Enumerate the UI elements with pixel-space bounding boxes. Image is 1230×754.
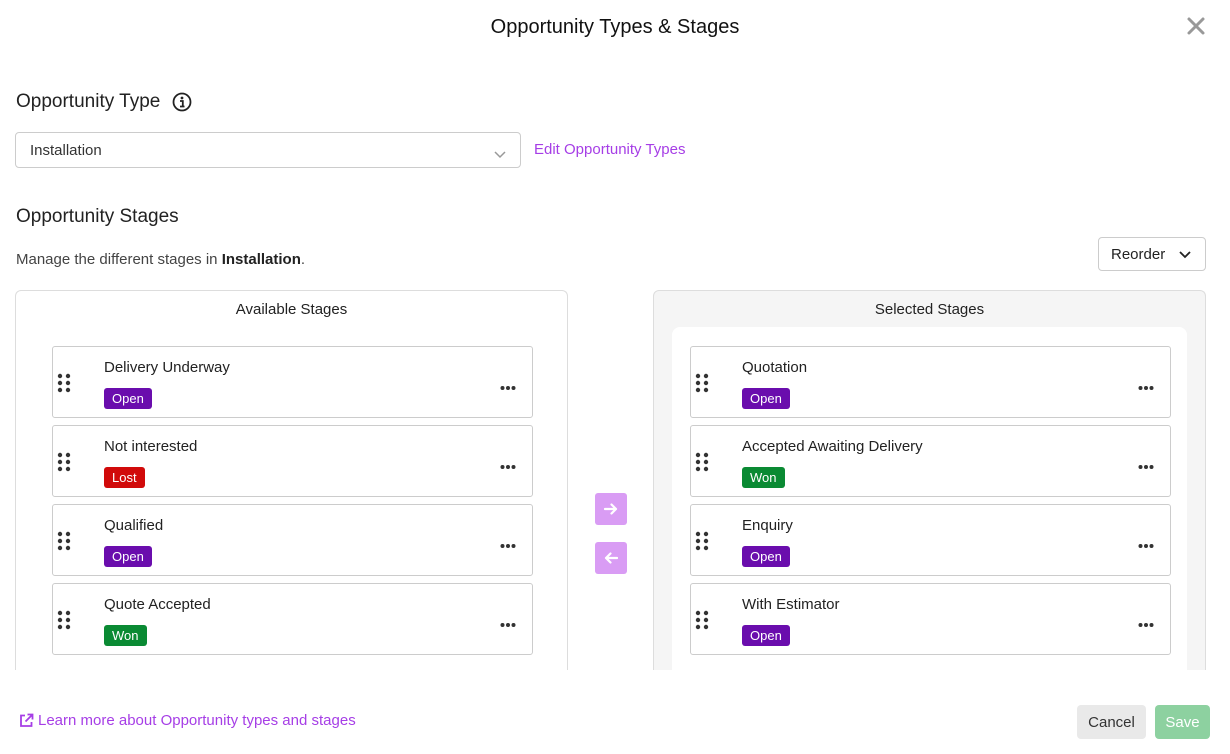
manage-suffix: .: [300, 251, 306, 268]
edit-opportunity-types-link[interactable]: Edit Opportunity Types: [534, 141, 685, 158]
drag-handle-icon[interactable]: [57, 452, 71, 472]
status-badge: Won: [742, 467, 785, 488]
manage-description: Manage the different stages in Installat…: [16, 251, 305, 268]
status-badge: Open: [104, 388, 152, 409]
drag-handle-icon[interactable]: [695, 610, 709, 630]
list-item[interactable]: Quote Accepted Won: [52, 583, 533, 655]
move-right-button[interactable]: [595, 493, 627, 525]
arrow-left-icon: [604, 552, 618, 564]
learn-more-label: Learn more about Opportunity types and s…: [38, 712, 356, 729]
more-options-icon[interactable]: [500, 615, 516, 627]
info-icon[interactable]: [172, 92, 192, 112]
dialog-title: Opportunity Types & Stages: [490, 16, 740, 38]
list-item[interactable]: Enquiry Open: [690, 504, 1171, 576]
list-item[interactable]: Not interested Lost: [52, 425, 533, 497]
list-item[interactable]: Delivery Underway Open: [52, 346, 533, 418]
cancel-button[interactable]: Cancel: [1077, 705, 1146, 739]
manage-type-name: Installation: [221, 251, 301, 268]
opportunity-stages-title: Opportunity Stages: [16, 206, 179, 227]
drag-handle-icon[interactable]: [695, 373, 709, 393]
more-options-icon[interactable]: [1138, 536, 1154, 548]
drag-handle-icon[interactable]: [57, 373, 71, 393]
manage-prefix: Manage the different stages in: [16, 251, 222, 268]
status-badge: Open: [742, 546, 790, 567]
more-options-icon[interactable]: [500, 457, 516, 469]
stage-name: Quotation: [742, 359, 808, 376]
status-badge: Open: [742, 388, 790, 409]
move-left-button[interactable]: [595, 542, 627, 574]
stage-name: Enquiry: [742, 517, 793, 534]
more-options-icon[interactable]: [500, 536, 516, 548]
stage-name: Accepted Awaiting Delivery: [742, 438, 923, 455]
chevron-down-icon: [1179, 246, 1191, 263]
learn-more-link[interactable]: Learn more about Opportunity types and s…: [19, 712, 356, 729]
stage-name: With Estimator: [742, 596, 840, 613]
save-button[interactable]: Save: [1155, 705, 1210, 739]
reorder-dropdown[interactable]: Reorder: [1098, 237, 1206, 271]
drag-handle-icon[interactable]: [695, 531, 709, 551]
stage-name: Delivery Underway: [104, 359, 230, 376]
status-badge: Lost: [104, 467, 145, 488]
drag-handle-icon[interactable]: [57, 610, 71, 630]
status-badge: Won: [104, 625, 147, 646]
selected-stages-title: Selected Stages: [874, 301, 985, 318]
list-item[interactable]: Accepted Awaiting Delivery Won: [690, 425, 1171, 497]
dialog-header: Opportunity Types & Stages: [0, 0, 1230, 56]
selected-stages-panel: Selected Stages Quotation Open Accepted …: [653, 290, 1206, 670]
list-item[interactable]: With Estimator Open: [690, 583, 1171, 655]
list-item[interactable]: Qualified Open: [52, 504, 533, 576]
opportunity-type-select[interactable]: Installation: [15, 132, 521, 168]
more-options-icon[interactable]: [1138, 457, 1154, 469]
stage-name: Not interested: [104, 438, 198, 455]
list-item[interactable]: Quotation Open: [690, 346, 1171, 418]
opportunity-type-value: Installation: [30, 141, 102, 159]
more-options-icon[interactable]: [1138, 378, 1154, 390]
arrow-right-icon: [604, 503, 618, 515]
stage-name: Qualified: [104, 517, 164, 534]
reorder-label: Reorder: [1111, 245, 1166, 263]
selected-stages-list: Quotation Open Accepted Awaiting Deliver…: [672, 327, 1187, 670]
opportunity-type-title: Opportunity Type: [16, 91, 161, 112]
available-stages-title: Available Stages: [235, 301, 348, 318]
available-stages-list: Delivery Underway Open Not interested Lo…: [34, 327, 549, 670]
status-badge: Open: [104, 546, 152, 567]
opportunity-type-heading: Opportunity Type: [16, 91, 192, 113]
stage-name: Quote Accepted: [104, 596, 211, 613]
available-stages-panel: Available Stages Delivery Underway Open …: [15, 290, 568, 670]
chevron-down-icon: [494, 146, 506, 159]
more-options-icon[interactable]: [500, 378, 516, 390]
drag-handle-icon[interactable]: [57, 531, 71, 551]
more-options-icon[interactable]: [1138, 615, 1154, 627]
external-link-icon: [20, 713, 34, 727]
status-badge: Open: [742, 625, 790, 646]
close-icon[interactable]: [1186, 16, 1206, 38]
drag-handle-icon[interactable]: [695, 452, 709, 472]
